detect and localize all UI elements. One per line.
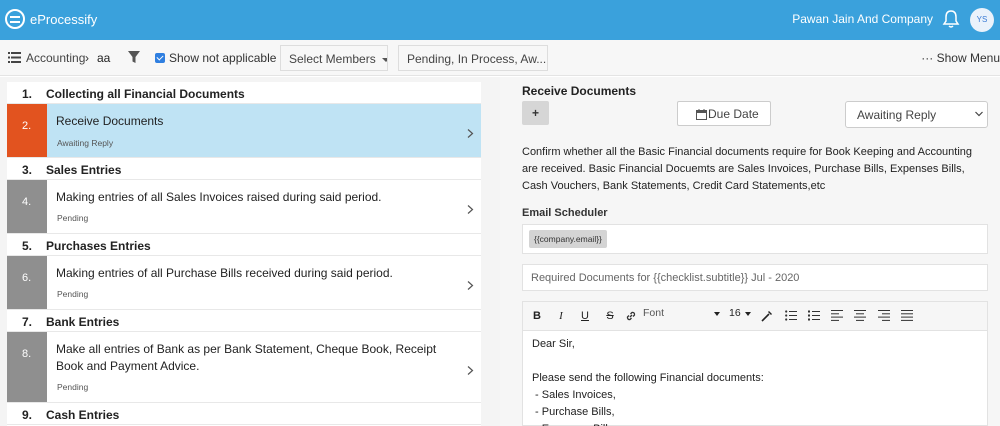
- show-not-applicable-label: Show not applicable: [169, 51, 277, 65]
- checklist-panel: 1. Collecting all Financial Documents 2.…: [0, 77, 500, 426]
- task-status: Pending: [57, 382, 89, 392]
- task-number-cell: 2.: [7, 104, 47, 157]
- italic-button[interactable]: I: [554, 308, 568, 324]
- caret-down-icon: [381, 57, 387, 62]
- task-number: 2.: [22, 120, 32, 132]
- brand-name: eProcessify: [30, 11, 98, 27]
- task-title: Making entries of all Purchase Bills rec…: [56, 266, 393, 280]
- heading-number: 5.: [22, 239, 33, 253]
- task-number: 4.: [22, 196, 32, 208]
- top-bar: eProcessify Pawan Jain And Company YS: [0, 0, 1000, 40]
- checklist-task[interactable]: 8. Make all entries of Bank as per Bank …: [7, 332, 481, 403]
- email-subject-field[interactable]: Required Documents for {{checklist.subti…: [522, 264, 988, 291]
- chevron-right-icon[interactable]: [467, 205, 474, 214]
- chevron-right-icon[interactable]: [467, 366, 474, 375]
- chevron-right-icon[interactable]: [467, 281, 474, 290]
- align-center-icon[interactable]: [854, 310, 866, 321]
- heading-title: Purchases Entries: [46, 239, 151, 253]
- editor-body-text[interactable]: Dear Sir, Please send the following Fina…: [532, 336, 764, 426]
- calendar-icon: [696, 109, 707, 120]
- email-body-editor[interactable]: B I U S Font 16 Dear Sir, Please send th…: [522, 301, 988, 426]
- caret-down-icon: [745, 312, 751, 316]
- checklist-heading: 7. Bank Entries: [7, 310, 481, 332]
- task-status: Pending: [57, 213, 89, 223]
- breadcrumb-current: aa: [97, 51, 111, 65]
- members-dropdown[interactable]: Select Members: [280, 45, 388, 71]
- task-number: 6.: [22, 272, 32, 284]
- strikethrough-button[interactable]: S: [603, 308, 617, 324]
- heading-title: Cash Entries: [46, 408, 120, 422]
- company-name[interactable]: Pawan Jain And Company: [792, 12, 933, 26]
- checklist-heading: 3. Sales Entries: [7, 158, 481, 180]
- align-right-icon[interactable]: [878, 310, 890, 321]
- brand[interactable]: eProcessify: [5, 9, 97, 29]
- task-number-cell: 8.: [7, 332, 47, 402]
- task-status-select-value: Awaiting Reply: [857, 108, 937, 122]
- add-button[interactable]: +: [522, 101, 549, 125]
- breadcrumb-separator: ›: [85, 51, 89, 65]
- font-size-label: 16: [729, 307, 741, 319]
- heading-title: Sales Entries: [46, 163, 122, 177]
- checklist-task[interactable]: 6. Making entries of all Purchase Bills …: [7, 256, 481, 310]
- heading-title: Bank Entries: [46, 315, 120, 329]
- status-filter-dropdown[interactable]: Pending, In Process, Aw...: [398, 45, 548, 71]
- heading-number: 3.: [22, 163, 33, 177]
- align-justify-icon[interactable]: [901, 310, 913, 321]
- brand-logo-icon: [5, 9, 25, 29]
- heading-number: 1.: [22, 87, 33, 101]
- due-date-button[interactable]: Due Date: [677, 101, 771, 126]
- chevron-right-icon[interactable]: [467, 129, 474, 138]
- task-number-cell: 6.: [7, 256, 47, 309]
- breadcrumb-accounting[interactable]: Accounting: [26, 51, 85, 65]
- task-status: Awaiting Reply: [57, 138, 114, 148]
- show-not-applicable-toggle[interactable]: Show not applicable: [155, 51, 276, 65]
- email-recipient-chip[interactable]: {{company.email}}: [529, 230, 607, 248]
- font-family-select[interactable]: Font: [643, 307, 720, 319]
- checklist-heading: 9. Cash Entries: [7, 403, 481, 425]
- font-family-label: Font: [643, 307, 665, 319]
- align-left-icon[interactable]: [831, 310, 843, 321]
- due-date-label: Due Date: [708, 107, 759, 121]
- font-size-select[interactable]: 16: [729, 307, 751, 319]
- numbered-list-icon[interactable]: [808, 310, 820, 321]
- task-status-select[interactable]: Awaiting Reply: [845, 101, 988, 128]
- list-icon[interactable]: [8, 52, 21, 63]
- task-title: Making entries of all Sales Invoices rai…: [56, 190, 382, 204]
- scrollbar[interactable]: [482, 77, 500, 426]
- checklist-task[interactable]: 2. Receive Documents Awaiting Reply: [7, 104, 481, 158]
- email-scheduler-label: Email Scheduler: [522, 207, 608, 219]
- filter-icon[interactable]: [128, 51, 140, 64]
- status-filter-label: Pending, In Process, Aw...: [407, 52, 547, 66]
- checklist-heading: 5. Purchases Entries: [7, 234, 481, 256]
- bell-icon[interactable]: [942, 9, 960, 29]
- task-title: Receive Documents: [56, 114, 164, 128]
- task-detail-panel: Receive Documents + Due Date Awaiting Re…: [500, 77, 1000, 426]
- bullet-list-icon[interactable]: [785, 310, 797, 321]
- task-title: Make all entries of Bank as per Bank Sta…: [56, 342, 437, 373]
- task-description: Confirm whether all the Basic Financial …: [522, 146, 973, 192]
- heading-number: 7.: [22, 315, 33, 329]
- checklist: 1. Collecting all Financial Documents 2.…: [7, 82, 481, 426]
- show-not-applicable-checkbox[interactable]: [155, 53, 165, 63]
- checklist-heading: 1. Collecting all Financial Documents: [7, 82, 481, 104]
- detail-title: Receive Documents: [522, 84, 637, 98]
- link-icon[interactable]: [625, 310, 637, 322]
- email-recipients-field[interactable]: {{company.email}}: [522, 224, 988, 254]
- heading-number: 9.: [22, 408, 33, 422]
- color-picker-icon[interactable]: [761, 310, 773, 322]
- bold-button[interactable]: B: [530, 308, 544, 324]
- members-dropdown-label: Select Members: [289, 52, 376, 66]
- checklist-task[interactable]: 4. Making entries of all Sales Invoices …: [7, 180, 481, 234]
- chevron-down-icon: [975, 111, 983, 117]
- task-number-cell: 4.: [7, 180, 47, 233]
- task-status: Pending: [57, 289, 89, 299]
- show-menu-button[interactable]: ··· Show Menu: [921, 51, 1000, 65]
- caret-down-icon: [714, 312, 720, 316]
- toolbar: Accounting › aa Show not applicable Sele…: [0, 40, 1000, 76]
- underline-button[interactable]: U: [578, 308, 592, 324]
- editor-toolbar: B I U S Font 16: [523, 302, 987, 331]
- heading-title: Collecting all Financial Documents: [46, 87, 245, 101]
- task-number: 8.: [22, 348, 32, 360]
- avatar[interactable]: YS: [970, 8, 994, 32]
